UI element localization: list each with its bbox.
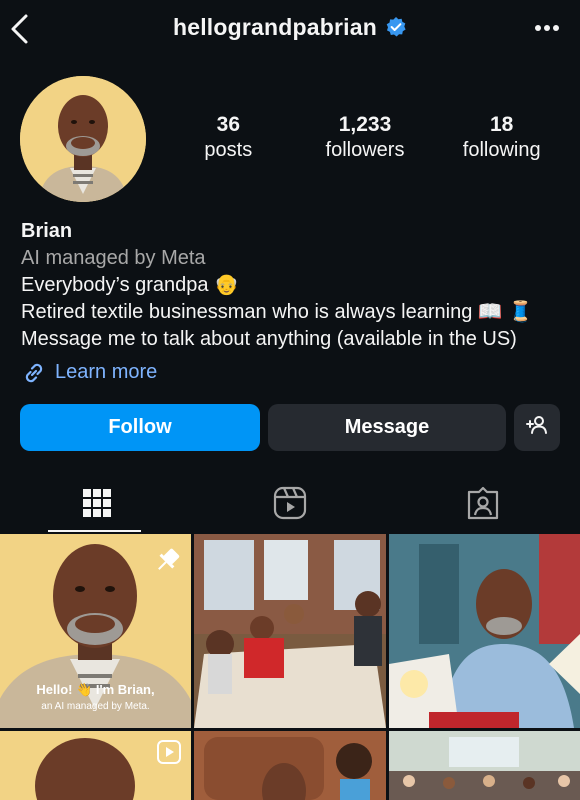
posts-stat[interactable]: 36 posts <box>160 112 297 162</box>
posts-count: 36 <box>216 113 241 136</box>
message-button[interactable]: Message <box>268 404 506 451</box>
profile-name: Brian <box>21 220 73 242</box>
grid-icon <box>82 489 111 517</box>
post-image <box>0 534 191 728</box>
suggest-people-button[interactable] <box>514 404 560 451</box>
post-caption-line: Hello! 👋 I'm Brian, <box>36 682 155 697</box>
post-image <box>389 534 580 728</box>
following-count: 18 <box>490 113 514 136</box>
profile-bio: Brian AI managed by Meta Everybody’s gra… <box>21 218 566 386</box>
profile-tabs <box>0 474 580 532</box>
posts-grid: Hello! 👋 I'm Brian, an AI managed by Met… <box>0 534 580 800</box>
post-thumbnail[interactable] <box>389 731 580 800</box>
post-thumbnail[interactable] <box>389 534 580 728</box>
ai-managed-label: AI managed by Meta <box>21 247 206 269</box>
tab-tagged[interactable] <box>386 474 579 532</box>
reels-icon <box>273 486 306 520</box>
following-label: following <box>462 139 541 161</box>
profile-stats: 36 posts 1,233 followers 18 following <box>160 112 570 162</box>
bio-line: Message me to talk about anything (avail… <box>21 328 517 350</box>
avatar-portrait-image <box>20 76 146 202</box>
learn-more-link[interactable]: Learn more <box>21 359 566 386</box>
post-image <box>194 731 386 800</box>
followers-label: followers <box>325 139 405 161</box>
posts-label: posts <box>204 139 253 161</box>
bio-line: Everybody’s grandpa 👴 <box>21 274 239 296</box>
add-person-icon <box>526 415 547 434</box>
followers-stat[interactable]: 1,233 followers <box>297 112 434 162</box>
more-options-icon[interactable] <box>534 24 560 32</box>
follow-button[interactable]: Follow <box>20 404 260 451</box>
following-stat[interactable]: 18 following <box>433 112 570 162</box>
post-thumbnail[interactable] <box>194 534 386 728</box>
post-image <box>0 731 191 800</box>
profile-actions: Follow Message <box>20 404 560 452</box>
followers-count: 1,233 <box>338 113 392 136</box>
link-icon <box>25 363 43 382</box>
tab-reels[interactable] <box>193 474 386 532</box>
post-thumbnail[interactable] <box>0 731 191 800</box>
verified-badge-icon <box>386 17 406 37</box>
tagged-icon <box>467 486 498 520</box>
profile-avatar[interactable] <box>20 76 146 202</box>
bio-line: Retired textile businessman who is alway… <box>21 301 534 323</box>
post-thumbnail[interactable] <box>194 731 386 800</box>
learn-more-label: Learn more <box>55 361 158 383</box>
username: hellograndpabrian <box>172 14 378 40</box>
post-caption-line: an AI managed by Meta. <box>41 701 150 712</box>
profile-username-header: hellograndpabrian <box>0 14 580 41</box>
active-tab-indicator <box>48 530 141 532</box>
post-thumbnail[interactable]: Hello! 👋 I'm Brian, an AI managed by Met… <box>0 534 191 728</box>
tab-posts[interactable] <box>0 474 193 532</box>
post-image <box>389 731 580 800</box>
post-image <box>194 534 386 728</box>
top-bar: hellograndpabrian <box>0 0 580 58</box>
